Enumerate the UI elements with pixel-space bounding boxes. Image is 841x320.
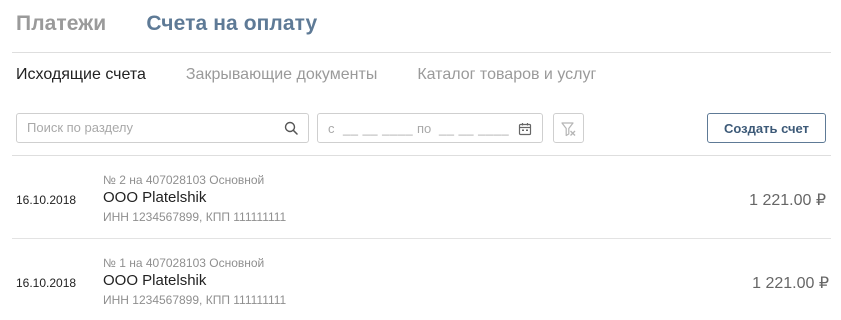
tab-closing-documents[interactable]: Закрывающие документы (186, 66, 377, 84)
tab-payments[interactable]: Платежи (16, 12, 106, 36)
invoice-payer: ООО Platelshik (103, 272, 207, 289)
create-invoice-button[interactable]: Создать счет (707, 113, 826, 143)
invoice-amount: 1 221.00 ₽ (752, 275, 829, 292)
calendar-icon[interactable] (518, 122, 532, 136)
invoice-inn: ИНН 1234567899, КПП 111111111 (103, 293, 287, 307)
invoice-account: № 2 на 407028103 Основной (103, 173, 265, 187)
filter-clear-icon (561, 122, 576, 137)
tab-invoices[interactable]: Счета на оплату (146, 12, 317, 36)
invoice-row[interactable]: 16.10.2018 № 2 на 407028103 Основной ООО… (0, 156, 841, 238)
search-input[interactable] (27, 120, 277, 135)
invoice-row[interactable]: 16.10.2018 № 1 на 407028103 Основной ООО… (12, 238, 831, 320)
date-from-input[interactable]: __ __ ____ (343, 121, 413, 136)
invoice-info: № 1 на 407028103 Основной ООО Platelshik… (103, 256, 286, 308)
invoice-list: 16.10.2018 № 2 на 407028103 Основной ООО… (0, 156, 841, 320)
search-icon[interactable] (284, 121, 298, 135)
invoice-account: № 1 на 407028103 Основной (103, 256, 265, 270)
date-to-input[interactable]: __ __ ____ (439, 121, 509, 136)
date-from-label: с (328, 121, 335, 136)
invoice-payer: ООО Platelshik (103, 189, 207, 206)
top-tabs: Платежи Счета на оплату (16, 12, 317, 36)
date-to-label: по (417, 121, 432, 136)
divider (12, 52, 831, 53)
tab-catalog[interactable]: Каталог товаров и услуг (417, 66, 596, 84)
invoice-amount: 1 221.00 ₽ (749, 192, 826, 209)
filter-clear-button[interactable] (553, 113, 584, 143)
invoice-inn: ИНН 1234567899, КПП 111111111 (103, 210, 287, 224)
invoice-date: 16.10.2018 (16, 276, 77, 290)
sub-tabs: Исходящие счета Закрывающие документы Ка… (16, 66, 636, 84)
invoice-date: 16.10.2018 (16, 193, 77, 207)
date-range-field[interactable]: с __ __ ____ по __ __ ____ (317, 113, 543, 143)
tab-outgoing-invoices[interactable]: Исходящие счета (16, 66, 146, 84)
invoice-info: № 2 на 407028103 Основной ООО Platelshik… (103, 173, 286, 225)
search-box (16, 113, 309, 143)
